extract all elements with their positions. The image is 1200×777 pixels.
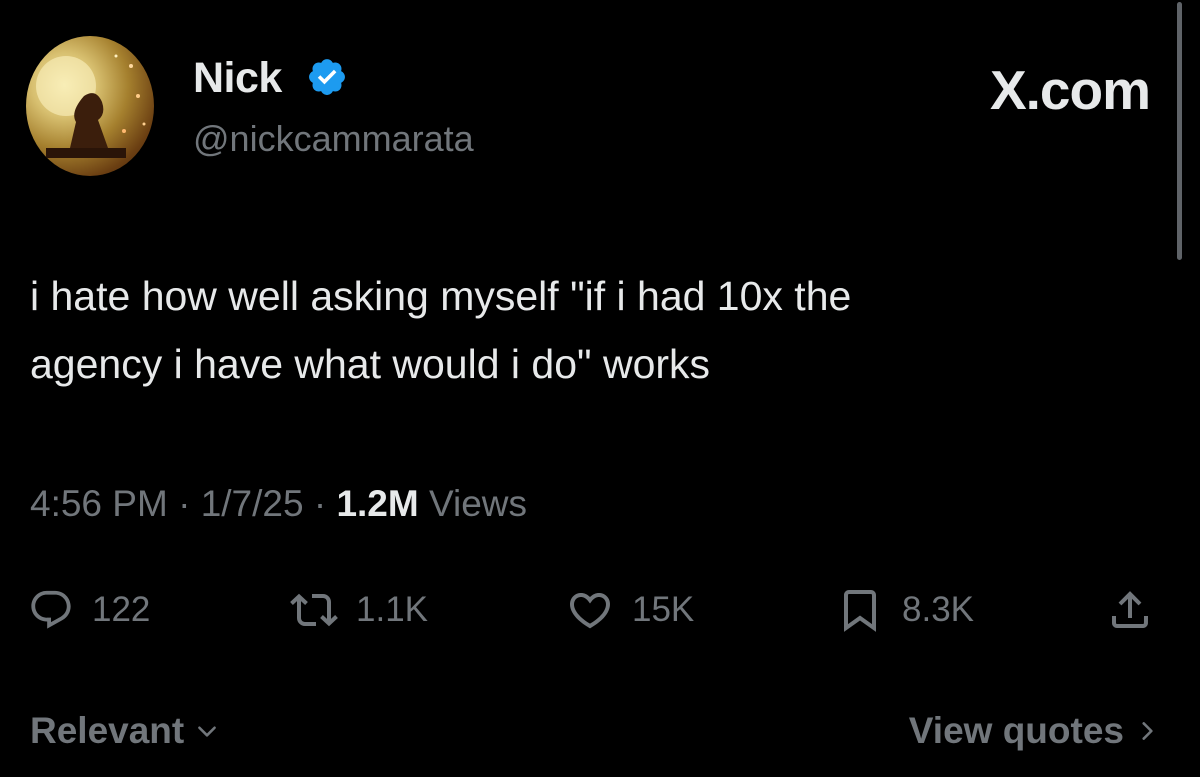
views-count: 1.2M — [336, 483, 419, 524]
verified-badge-icon — [309, 59, 345, 95]
like-button[interactable]: 15K — [566, 584, 694, 636]
repost-button[interactable]: 1.1K — [290, 584, 428, 636]
action-bar: 122 1.1K 15K 8.3K — [28, 584, 1168, 636]
like-count: 15K — [632, 590, 695, 629]
view-quotes-label: View quotes — [908, 710, 1124, 751]
tweet-meta: 4:56 PM · 1/7/25 · 1.2M Views — [30, 483, 527, 525]
reply-bubble-icon — [31, 590, 71, 629]
bookmark-icon — [844, 590, 876, 632]
tweet-time[interactable]: 4:56 PM — [30, 483, 168, 524]
tweet-date[interactable]: 1/7/25 — [201, 483, 304, 524]
share-button[interactable] — [1106, 584, 1154, 636]
share-upload-icon — [1112, 591, 1148, 628]
views-label: Views — [429, 483, 528, 524]
sort-label: Relevant — [30, 710, 185, 751]
heart-icon — [569, 593, 611, 629]
tweet-text: i hate how well asking myself "if i had … — [30, 262, 1150, 398]
reply-count: 122 — [92, 590, 151, 629]
scrollbar[interactable] — [1177, 2, 1182, 260]
tweet-text-line: agency i have what would i do" works — [30, 341, 711, 387]
repost-count: 1.1K — [356, 590, 428, 629]
chevron-right-icon — [1142, 722, 1153, 740]
view-quotes-link[interactable]: View quotes — [909, 710, 1160, 752]
meta-separator: · — [178, 483, 201, 524]
bookmark-count: 8.3K — [902, 590, 974, 629]
avatar[interactable] — [26, 36, 154, 176]
author-display-name[interactable]: Nick — [193, 54, 282, 103]
reply-button[interactable]: 122 — [28, 584, 150, 636]
author-handle[interactable]: @nickcammarata — [193, 118, 474, 160]
avatar-image — [36, 54, 146, 158]
tweet-text-line: i hate how well asking myself "if i had … — [30, 273, 852, 319]
sort-dropdown[interactable]: Relevant — [30, 710, 220, 752]
brand-label: X.com — [989, 59, 1151, 121]
bookmark-button[interactable]: 8.3K — [836, 584, 974, 636]
repost-icon — [290, 593, 338, 627]
meta-separator: · — [313, 483, 337, 524]
chevron-down-icon — [198, 726, 217, 737]
